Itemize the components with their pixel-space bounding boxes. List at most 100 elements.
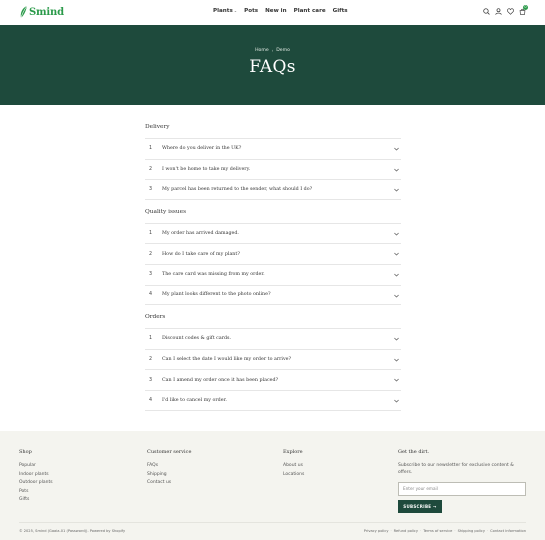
chevron-down-icon [394, 379, 399, 382]
faq-item[interactable]: 3 Can I amend my order once it has been p… [145, 369, 401, 390]
nav-item-new-in[interactable]: New in [265, 8, 287, 14]
faq-question: My order has arrived damaged. [162, 231, 239, 237]
faq-question: Where do you deliver in the UK? [162, 146, 242, 152]
legal-separator: · [486, 529, 489, 533]
faq-section-delivery: Delivery 1 Where do you deliver in the UK… [145, 122, 401, 200]
footer-link[interactable]: Popular [19, 462, 53, 471]
logo[interactable]: Smind [19, 5, 64, 19]
faq-question: Can I select the date I would like my or… [162, 357, 292, 363]
footer-link[interactable]: Indoor plants [19, 471, 53, 480]
footer-col-explore: Explore About us Locations [283, 449, 304, 479]
breadcrumb: Home › Demo [0, 48, 545, 53]
legal-link[interactable]: Privacy policy [364, 529, 389, 533]
brand-name: Smind [29, 6, 64, 18]
faq-list: 1 Discount codes & gift cards. 2 Can I sel… [145, 328, 401, 411]
faq-number: 3 [149, 272, 153, 278]
faq-section-quality: Quality issues 1 My order has arrived dam… [145, 207, 401, 306]
legal-link[interactable]: Terms of service [423, 529, 452, 533]
chevron-down-icon [394, 147, 399, 151]
legal-link[interactable]: Contact information [490, 529, 526, 533]
nav-item-plant-care[interactable]: Plant care [294, 8, 326, 14]
chevron-down-icon [394, 358, 399, 362]
chevron-down-icon: ⌄ [233, 8, 238, 13]
faq-question: Can I amend my order once it has been pl… [162, 377, 279, 383]
legal-link[interactable]: Refund policy [394, 529, 418, 533]
faq-question: The care card was missing from my order. [162, 272, 265, 278]
faq-item[interactable]: 3 The care card was missing from my order… [145, 263, 401, 285]
cart-button[interactable]: 0 [519, 5, 528, 15]
cart-count-badge: 0 [523, 5, 528, 10]
legal-separator: · [420, 529, 422, 533]
footer-link[interactable]: Pots [19, 488, 53, 497]
faq-item[interactable]: 4 My plant looks different to the photo o… [145, 284, 401, 306]
footer-col-shop: Shop Popular Indoor plants Outdoor plant… [19, 449, 53, 505]
faq-section-title: Orders [145, 314, 166, 321]
footer-link[interactable]: Gifts [19, 496, 53, 505]
faq-item[interactable]: 1 Where do you deliver in the UK? [145, 138, 401, 159]
wishlist-icon[interactable] [507, 8, 514, 15]
faq-question: How do I take care of my plant? [162, 251, 240, 257]
faq-number: 2 [149, 357, 153, 363]
faq-question: My plant looks different to the photo on… [162, 292, 271, 298]
faq-item[interactable]: 2 I won't be home to take my delivery. [145, 158, 401, 180]
legal-link[interactable]: Shipping policy [458, 529, 485, 533]
chevron-down-icon [394, 337, 399, 341]
footer-link[interactable]: Contact us [147, 479, 191, 488]
footer-link[interactable]: About us [283, 462, 304, 471]
leaf-logo-icon [20, 5, 28, 19]
footer-link[interactable]: FAQs [147, 462, 191, 471]
faq-item[interactable]: 2 Can I select the date I would like my o… [145, 348, 401, 370]
page-hero: Home › Demo FAQs [0, 25, 545, 105]
footer-col-customer-service: Customer service FAQs Shipping Contact u… [147, 449, 191, 488]
footer-link[interactable]: Outdoor plants [19, 479, 53, 488]
chevron-down-icon [394, 273, 399, 277]
faq-number: 1 [149, 146, 153, 152]
chevron-down-icon [394, 399, 399, 403]
footer-heading: Customer service [147, 449, 192, 455]
search-icon[interactable] [483, 8, 490, 15]
main-nav: Plants⌄ Pots New in Plant care Gifts [213, 8, 348, 14]
email-input[interactable]: Enter your email [398, 482, 526, 496]
page-title: FAQs [249, 57, 296, 77]
faq-item[interactable]: 1 Discount codes & gift cards. [145, 328, 401, 349]
breadcrumb-current: Demo [276, 48, 290, 53]
footer-link[interactable]: Shipping [147, 471, 191, 480]
faq-item[interactable]: 1 My order has arrived damaged. [145, 222, 401, 244]
chevron-down-icon [394, 168, 399, 172]
faq-number: 3 [149, 377, 153, 383]
nav-item-plants[interactable]: Plants⌄ [213, 8, 237, 14]
faq-item[interactable]: 2 How do I take care of my plant? [145, 243, 401, 264]
faq-content: Delivery 1 Where do you deliver in the UK… [145, 122, 401, 418]
subscribe-button[interactable]: SUBSCRIBE → [398, 500, 442, 513]
nav-item-gifts[interactable]: Gifts [333, 8, 348, 14]
faq-question: Discount codes & gift cards. [162, 336, 232, 342]
footer-heading: Explore [283, 449, 303, 455]
site-footer: Shop Popular Indoor plants Outdoor plant… [0, 431, 545, 540]
faq-item[interactable]: 3 My parcel has been returned to the send… [145, 179, 401, 200]
copyright: © 2025, Smind (Gaaia-01 (Password)). Pow… [19, 529, 126, 533]
legal-separator: · [390, 529, 392, 533]
faq-number: 2 [149, 166, 153, 172]
faq-question: I'd like to cancel my order. [162, 397, 227, 403]
faq-question: My parcel has been returned to the sende… [162, 186, 313, 192]
footer-heading: Get the dirt. [398, 449, 430, 455]
faq-number: 1 [149, 336, 153, 342]
legal-separator: · [454, 529, 456, 533]
faq-number: 3 [149, 186, 153, 192]
faq-section-title: Delivery [145, 124, 170, 130]
faq-item[interactable]: 4 I'd like to cancel my order. [145, 389, 401, 411]
faq-number: 1 [149, 231, 153, 237]
nav-item-pots[interactable]: Pots [244, 8, 258, 14]
faq-number: 2 [149, 251, 153, 257]
breadcrumb-home[interactable]: Home [255, 48, 269, 53]
site-header: Smind Plants⌄ Pots New in Plant care Gif… [0, 0, 545, 25]
faq-number: 4 [149, 397, 153, 403]
nav-label: Plants [213, 8, 233, 14]
faq-question: I won't be home to take my delivery. [162, 166, 251, 172]
faq-number: 4 [149, 292, 153, 298]
header-icons: 0 [483, 5, 528, 15]
breadcrumb-separator-icon: › [271, 48, 274, 53]
chevron-down-icon [394, 232, 399, 236]
account-icon[interactable] [495, 8, 502, 15]
footer-link[interactable]: Locations [283, 471, 304, 480]
